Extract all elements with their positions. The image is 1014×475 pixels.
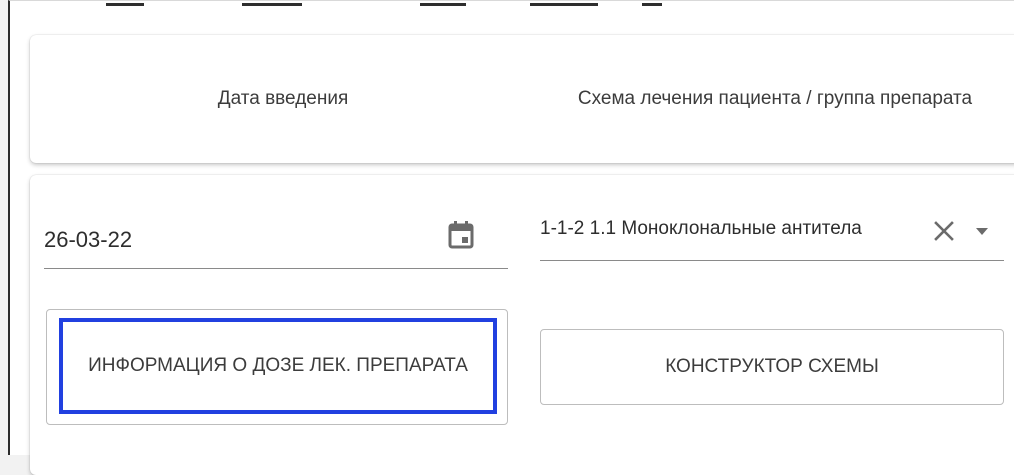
date-input-value[interactable]: 26-03-22 (44, 227, 132, 253)
close-icon[interactable] (932, 219, 956, 243)
schema-select-value[interactable]: 1-1-2 1.1 Моноклональные антитела (540, 218, 918, 240)
app-frame: Дата введения Схема лечения пациента / г… (8, 0, 1014, 475)
dose-info-button-label: ИНФОРМАЦИЯ О ДОЗЕ ЛЕК. ПРЕПАРАТА (59, 318, 497, 414)
column-header-schema: Схема лечения пациента / группа препарат… (577, 88, 973, 109)
table-header: Дата введения Схема лечения пациента / г… (30, 35, 1014, 163)
schema-select[interactable]: 1-1-2 1.1 Моноклональные антитела (540, 205, 1004, 261)
caret-down-icon[interactable] (974, 225, 990, 237)
dose-info-button[interactable]: ИНФОРМАЦИЯ О ДОЗЕ ЛЕК. ПРЕПАРАТА (46, 309, 508, 425)
calendar-icon[interactable] (448, 221, 474, 249)
table-row: 26-03-22 1-1-2 1.1 Моноклональные антите… (30, 175, 1014, 475)
schema-builder-button[interactable]: КОНСТРУКТОР СХЕМЫ (540, 329, 1004, 405)
clipped-title (10, 1, 1014, 11)
column-header-date: Дата введения (217, 88, 349, 109)
date-field[interactable]: 26-03-22 (44, 211, 508, 269)
